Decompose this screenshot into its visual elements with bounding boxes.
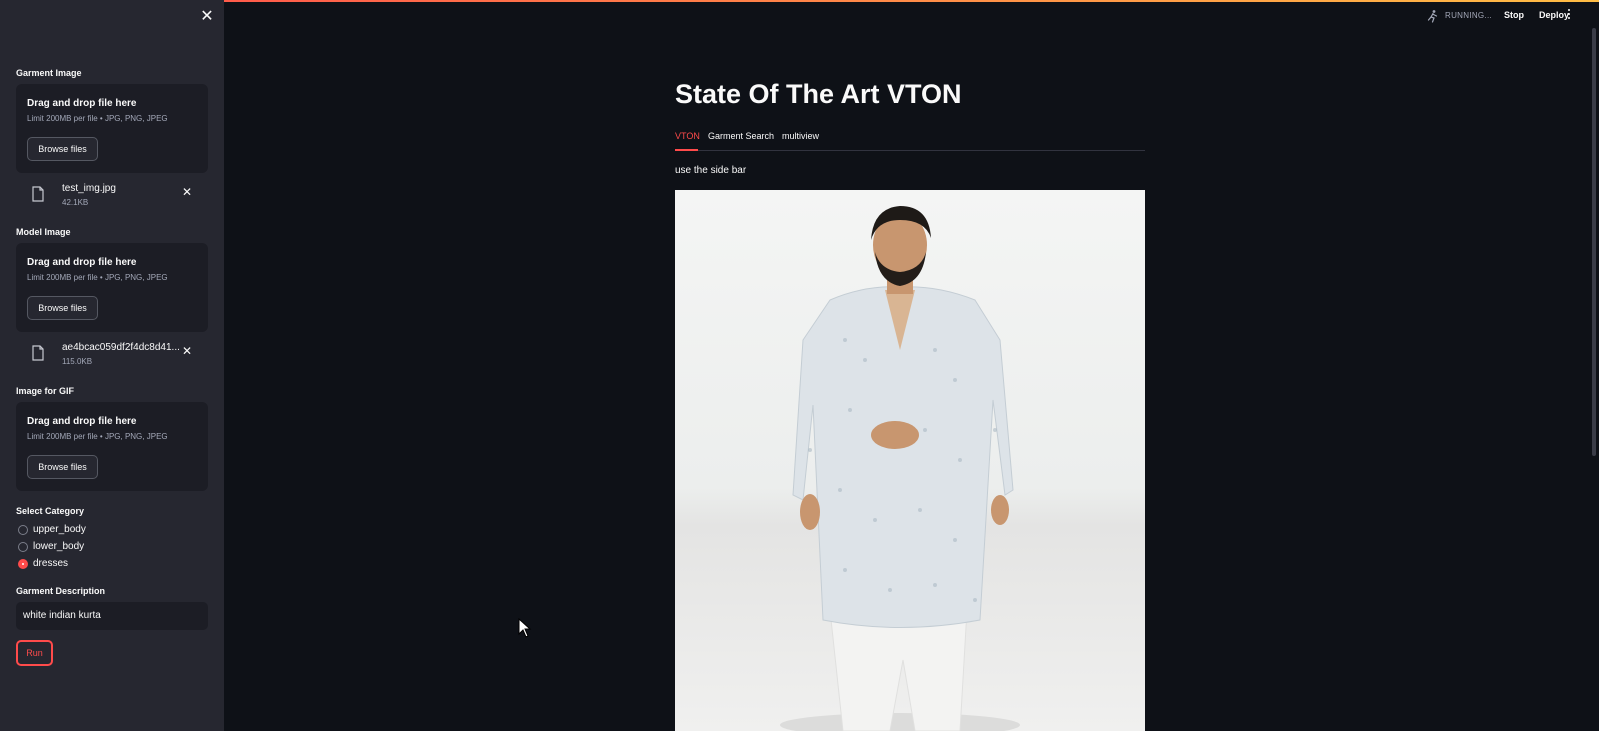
running-activity-icon xyxy=(1427,10,1438,23)
dropzone-subtitle: Limit 200MB per file • JPG, PNG, JPEG xyxy=(27,432,168,441)
stop-button[interactable]: Stop xyxy=(1504,10,1524,20)
tab-multiview[interactable]: multiview xyxy=(782,131,819,141)
model-image-label: Model Image xyxy=(16,227,71,237)
file-icon xyxy=(32,186,44,202)
run-button[interactable]: Run xyxy=(16,640,53,666)
tab-bar: VTON Garment Search multiview xyxy=(675,129,1145,151)
garment-description-input[interactable]: white indian kurta xyxy=(16,602,208,630)
garment-image-label: Garment Image xyxy=(16,68,82,78)
dropzone-subtitle: Limit 200MB per file • JPG, PNG, JPEG xyxy=(27,114,168,123)
gif-image-dropzone[interactable]: Drag and drop file here Limit 200MB per … xyxy=(16,402,208,491)
dropzone-title: Drag and drop file here xyxy=(27,257,137,268)
radio-dot xyxy=(18,559,28,569)
garment-file-item: test_img.jpg 42.1KB ✕ xyxy=(16,181,208,217)
model-image-dropzone[interactable]: Drag and drop file here Limit 200MB per … xyxy=(16,243,208,332)
dropzone-title: Drag and drop file here xyxy=(27,416,137,427)
file-icon xyxy=(32,345,44,361)
radio-dot xyxy=(18,525,28,535)
dropzone-title: Drag and drop file here xyxy=(27,98,137,109)
close-icon[interactable]: ✕ xyxy=(198,8,216,26)
model-browse-button[interactable]: Browse files xyxy=(27,296,98,320)
file-name: test_img.jpg xyxy=(62,183,116,194)
radio-label: dresses xyxy=(33,558,69,569)
page-title: State Of The Art VTON xyxy=(675,79,962,109)
result-image xyxy=(675,190,1145,731)
top-decoration-bar xyxy=(0,0,1599,2)
category-label: Select Category xyxy=(16,506,85,516)
remove-file-icon[interactable]: ✕ xyxy=(180,185,194,199)
model-file-item: ae4bcac059df2f4dc8d41... 115.0KB ✕ xyxy=(16,340,208,376)
gif-image-label: Image for GIF xyxy=(16,386,75,396)
page-scrollbar[interactable] xyxy=(1592,28,1596,456)
sidebar-hint-text: use the side bar xyxy=(675,165,747,176)
tab-vton[interactable]: VTON xyxy=(675,131,700,141)
radio-label: lower_body xyxy=(33,541,85,552)
remove-file-icon[interactable]: ✕ xyxy=(180,344,194,358)
file-name: ae4bcac059df2f4dc8d41... xyxy=(62,342,180,353)
more-vertical-icon[interactable] xyxy=(1565,8,1573,22)
active-tab-indicator xyxy=(675,149,698,151)
mouse-cursor-icon xyxy=(518,618,532,638)
description-label: Garment Description xyxy=(16,586,106,596)
dropzone-subtitle: Limit 200MB per file • JPG, PNG, JPEG xyxy=(27,273,168,282)
running-status: RUNNING... xyxy=(1445,11,1492,20)
file-size: 42.1KB xyxy=(62,198,89,207)
garment-image-dropzone[interactable]: Drag and drop file here Limit 200MB per … xyxy=(16,84,208,173)
sidebar: ✕ Garment Image Drag and drop file here … xyxy=(0,0,224,731)
radio-dot xyxy=(18,542,28,552)
tab-garment-search[interactable]: Garment Search xyxy=(708,131,774,141)
gif-browse-button[interactable]: Browse files xyxy=(27,455,98,479)
radio-label: upper_body xyxy=(33,524,86,535)
garment-browse-button[interactable]: Browse files xyxy=(27,137,98,161)
file-size: 115.0KB xyxy=(62,357,93,366)
model-photo xyxy=(780,206,1020,731)
